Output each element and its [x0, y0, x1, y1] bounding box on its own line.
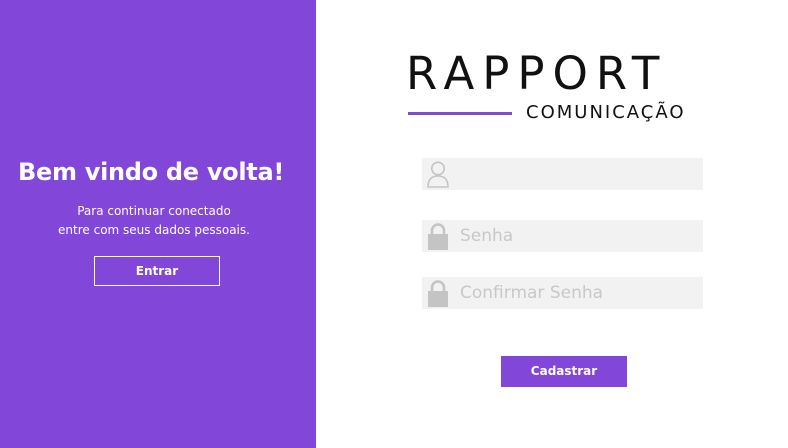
password-field[interactable]	[422, 220, 703, 252]
confirm-password-field[interactable]	[422, 277, 703, 309]
password-input[interactable]	[460, 220, 698, 252]
register-button[interactable]: Cadastrar	[501, 356, 627, 387]
logo-wordmark: RAPPORT	[406, 47, 668, 100]
lock-icon	[428, 280, 448, 307]
register-screen: Bem vindo de volta! Para continuar conec…	[0, 0, 788, 448]
user-icon	[427, 161, 449, 188]
username-input[interactable]	[460, 158, 698, 190]
welcome-message-line-1: Para continuar conectado	[77, 204, 231, 218]
confirm-password-input[interactable]	[460, 277, 698, 309]
welcome-message-line-2: entre com seus dados pessoais.	[58, 223, 250, 237]
lock-icon	[428, 223, 448, 250]
logo-accent-line	[408, 112, 512, 115]
username-field[interactable]	[422, 158, 703, 190]
enter-button[interactable]: Entrar	[94, 256, 220, 286]
welcome-panel: Bem vindo de volta! Para continuar conec…	[0, 0, 316, 448]
welcome-message: Para continuar conectado entre com seus …	[0, 202, 308, 240]
rapport-logo: RAPPORT COMUNICAÇÃO	[406, 50, 716, 126]
welcome-title: Bem vindo de volta!	[18, 158, 284, 186]
logo-subtitle: COMUNICAÇÃO	[526, 102, 686, 123]
